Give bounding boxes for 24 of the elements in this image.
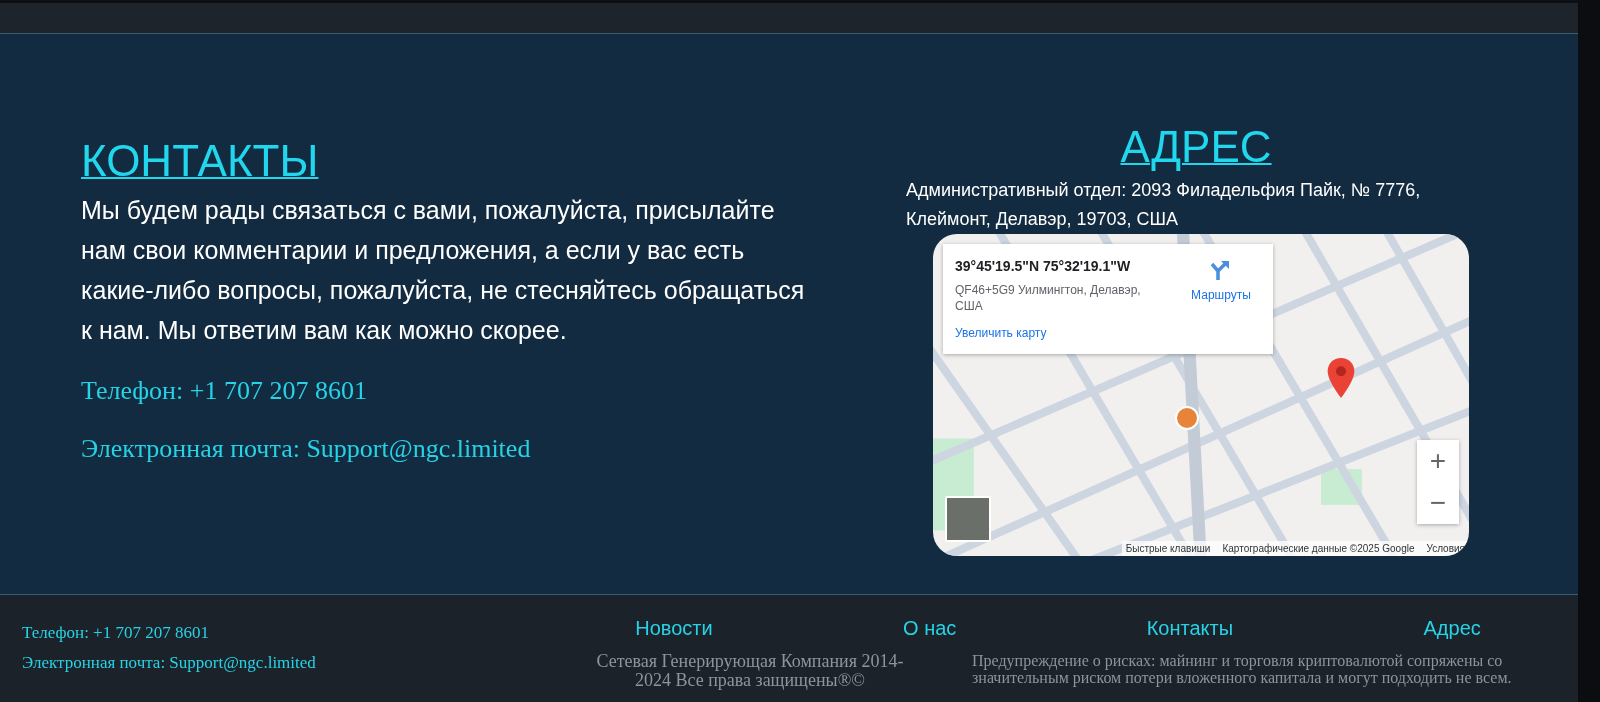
zoom-in-button[interactable]: + xyxy=(1417,440,1459,482)
risk-warning-text: Предупреждение о рисках: майнинг и торговля криптовалютой сопряжены со значительным риском потери вложенного капитала и могут подходить не всем. xyxy=(972,652,1513,689)
zoom-out-button[interactable]: − xyxy=(1417,482,1459,524)
footer-nav-link[interactable]: Новости xyxy=(635,617,713,640)
email-text: Электронная почта: Support@ngc.limited xyxy=(81,434,532,464)
copyright-text: Сетевая Генерирующая Компания 2014-2024 Все права защищены®© xyxy=(595,652,905,690)
place-text: QF46+5G9 Уилмингтон, Делавэр, США xyxy=(955,282,1142,314)
address-text: Административный отдел: 2093 Филадельфия Пайк, № 7776, Клеймонт, Делавэр, 19703, США xyxy=(906,179,1422,231)
contacts-text: Мы будем рады связаться с вами, пожалуйста, присылайте нам свои комментарии и предложения, а если у вас есть какие-либо вопросы, пожалуйста, не стесняйтесь обращаться к нам. Мы ответим вам как можно скорее. xyxy=(81,195,806,346)
contacts-heading[interactable]: КОНТАКТЫ xyxy=(81,136,319,186)
map-attribution-link[interactable]: Картографические данные ©2025 Google xyxy=(1222,543,1415,554)
footer-email-text: Электронная почта: Support@ngc.limited xyxy=(22,653,317,673)
satellite-thumbnail[interactable] xyxy=(945,496,991,542)
enlarge-map-link[interactable]: Увеличить карту xyxy=(955,326,1181,340)
footer-nav-link[interactable]: Контакты xyxy=(1146,617,1234,640)
phone-text: Телефон: +1 707 207 8601 xyxy=(81,376,368,406)
address-heading[interactable]: АДРЕС xyxy=(1120,122,1272,172)
directions-link[interactable]: Маршруты xyxy=(1181,258,1261,340)
map-attribution-link[interactable]: Быстрые клавиши xyxy=(1125,543,1211,554)
footer-nav-link[interactable]: Адрес xyxy=(1423,617,1481,640)
footer-nav-link[interactable]: О нас xyxy=(903,617,957,640)
map-pin-icon xyxy=(1327,358,1355,398)
coordinates-text: 39°45'19.5"N 75°32'19.1"W xyxy=(955,258,1132,274)
footer-phone-text: Телефон: +1 707 207 8601 xyxy=(22,623,210,643)
